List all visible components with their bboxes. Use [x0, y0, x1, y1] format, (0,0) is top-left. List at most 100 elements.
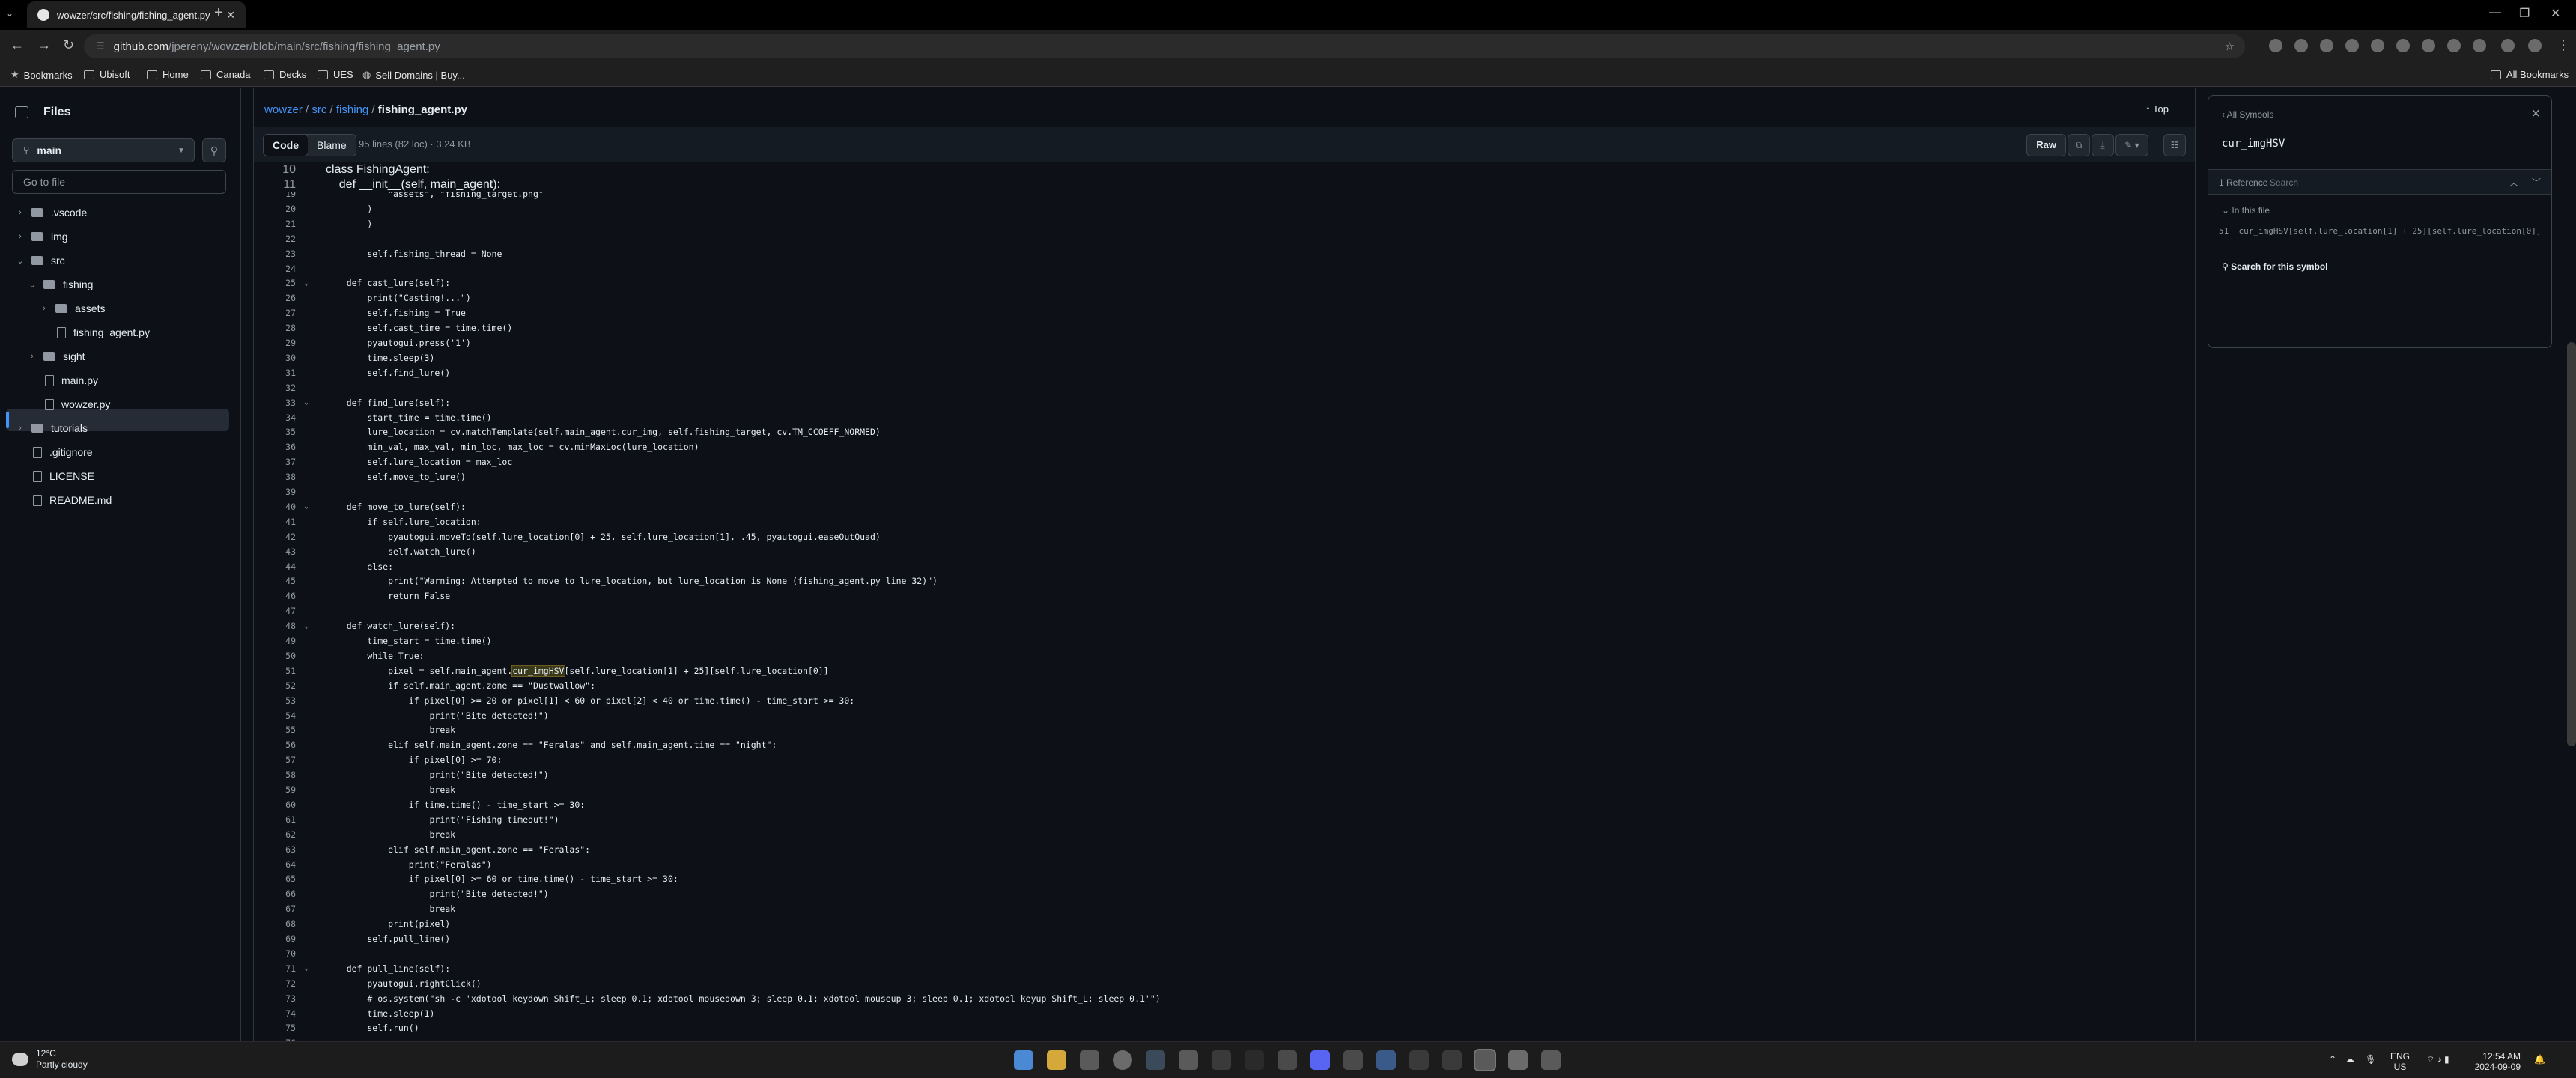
line-number[interactable]: 50	[254, 651, 296, 661]
line-number[interactable]: 32	[254, 383, 296, 393]
clock[interactable]: 12:54 AM 2024-09-09	[2468, 1051, 2521, 1072]
tree-item[interactable]: main.py	[27, 369, 98, 392]
tree-item[interactable]: wowzer.py	[27, 393, 110, 415]
line-number[interactable]: 69	[254, 934, 296, 944]
onedrive-icon[interactable]: ☁	[2345, 1054, 2354, 1065]
line-number[interactable]: 29	[254, 338, 296, 348]
line-number[interactable]: 44	[254, 561, 296, 572]
tab-search-icon[interactable]: ⌄	[6, 8, 13, 19]
line-number[interactable]: 39	[254, 487, 296, 497]
bookmark-ubisoft[interactable]: Ubisoft	[84, 69, 130, 80]
line-number[interactable]: 71	[254, 963, 296, 974]
app-icon[interactable]	[1278, 1050, 1297, 1070]
download-icon[interactable]: ⤓	[2092, 134, 2114, 156]
extension-icon[interactable]	[2294, 39, 2308, 52]
line-number[interactable]: 28	[254, 323, 296, 333]
start-icon[interactable]	[1014, 1050, 1033, 1070]
line-number[interactable]: 70	[254, 948, 296, 959]
fold-chevron-icon[interactable]: ⌄	[296, 398, 317, 406]
tree-item[interactable]: ⌄ fishing	[27, 273, 93, 296]
line-number[interactable]: 33	[254, 398, 296, 408]
line-number[interactable]: 38	[254, 472, 296, 482]
extension-icon[interactable]	[2371, 39, 2384, 52]
vscode-icon[interactable]	[1376, 1050, 1396, 1070]
extension-icon[interactable]	[2396, 39, 2410, 52]
tree-item[interactable]: › sight	[27, 345, 85, 368]
weather-widget[interactable]: 12°C Partly cloudy	[12, 1048, 88, 1071]
line-number[interactable]: 22	[254, 234, 296, 244]
close-icon[interactable]: ✕	[2531, 106, 2541, 121]
chevron-up-icon[interactable]: ︿	[2509, 176, 2518, 189]
file-explorer-icon[interactable]	[1047, 1050, 1066, 1070]
line-number[interactable]: 67	[254, 904, 296, 914]
top-link[interactable]: ↑ Top	[2145, 103, 2169, 115]
line-number[interactable]: 37	[254, 457, 296, 467]
bookmark-ues[interactable]: UES	[318, 69, 353, 80]
branch-selector[interactable]: ⑂ main ▼	[12, 138, 195, 162]
line-number[interactable]: 26	[254, 293, 296, 303]
line-number[interactable]: 52	[254, 680, 296, 691]
line-number[interactable]: 36	[254, 442, 296, 452]
minimize-icon[interactable]: —	[2489, 6, 2501, 19]
edit-pencil-icon[interactable]: ✎ ▾	[2115, 134, 2148, 156]
line-number[interactable]: 25	[254, 278, 296, 288]
extension-icon[interactable]	[2269, 39, 2282, 52]
tree-item[interactable]: › img	[15, 225, 67, 248]
extension-icon[interactable]	[2320, 39, 2333, 52]
fold-chevron-icon[interactable]: ⌄	[296, 279, 317, 287]
reference-search-input[interactable]: Search	[2270, 177, 2298, 188]
language-indicator[interactable]: ENG US	[2390, 1051, 2410, 1072]
line-number[interactable]: 20	[254, 204, 296, 214]
breadcrumb-repo-link[interactable]: wowzer	[264, 103, 303, 116]
line-number[interactable]: 30	[254, 353, 296, 363]
app-icon[interactable]	[1442, 1050, 1462, 1070]
go-to-file-input[interactable]: Go to file	[12, 170, 226, 194]
line-number[interactable]: 66	[254, 889, 296, 899]
bookmarks-manager-link[interactable]: ★ Bookmarks	[10, 69, 73, 81]
line-number[interactable]: 23	[254, 249, 296, 259]
symbol-highlight[interactable]: cur_imgHSV	[511, 664, 565, 677]
bookmark-sell-domains[interactable]: ◍ Sell Domains | Buy...	[362, 69, 465, 81]
line-number[interactable]: 68	[254, 919, 296, 929]
extension-icon[interactable]	[2422, 39, 2435, 52]
line-number[interactable]: 60	[254, 800, 296, 810]
chrome-icon[interactable]	[1113, 1050, 1132, 1070]
close-window-icon[interactable]: ✕	[2551, 6, 2560, 21]
line-number[interactable]: 45	[254, 576, 296, 586]
line-number[interactable]: 27	[254, 308, 296, 318]
tiktok-icon[interactable]	[1245, 1050, 1264, 1070]
chevron-down-icon[interactable]: ﹀	[2532, 176, 2541, 189]
epic-games-icon[interactable]	[1212, 1050, 1231, 1070]
symbols-panel-icon[interactable]: ☷	[2163, 134, 2186, 156]
search-for-symbol-button[interactable]: ⚲ Search for this symbol	[2208, 252, 2551, 281]
fold-chevron-icon[interactable]: ⌄	[296, 964, 317, 972]
line-number[interactable]: 35	[254, 427, 296, 437]
line-number[interactable]: 47	[254, 606, 296, 616]
notification-bell-icon[interactable]: 🔔	[2534, 1054, 2545, 1065]
line-number[interactable]: 72	[254, 978, 296, 989]
app-icon[interactable]	[1343, 1050, 1363, 1070]
tree-item[interactable]: .gitignore	[15, 441, 93, 463]
bookmark-home[interactable]: Home	[147, 69, 189, 80]
new-tab-icon[interactable]: +	[214, 4, 223, 22]
browser-menu-icon[interactable]: ⋮	[2557, 37, 2570, 53]
network-volume-icons[interactable]: ⌔ ♪ ▮	[2426, 1054, 2449, 1065]
tray-chevron-icon[interactable]: ⌃	[2329, 1054, 2336, 1065]
all-bookmarks-link[interactable]: All Bookmarks	[2491, 69, 2569, 80]
line-number[interactable]: 43	[254, 546, 296, 557]
browser-tab-active[interactable]: wowzer/src/fishing/fishing_agent.py ✕	[27, 1, 246, 28]
line-number[interactable]: 56	[254, 740, 296, 750]
steam-icon[interactable]	[1146, 1050, 1165, 1070]
in-this-file-group[interactable]: ⌄ In this file	[2222, 205, 2270, 216]
tree-item[interactable]: › tutorials	[15, 417, 88, 439]
line-number[interactable]: 42	[254, 532, 296, 542]
line-number[interactable]: 63	[254, 844, 296, 855]
line-number[interactable]: 57	[254, 755, 296, 765]
raw-button[interactable]: Raw	[2026, 134, 2066, 156]
tree-item[interactable]: › .vscode	[15, 201, 87, 224]
chrome-active-icon[interactable]	[1474, 1049, 1496, 1071]
line-number[interactable]: 73	[254, 993, 296, 1004]
tree-item[interactable]: ⌄ src	[15, 249, 64, 272]
fold-chevron-icon[interactable]: ⌄	[296, 502, 317, 511]
line-number[interactable]: 24	[254, 264, 296, 274]
